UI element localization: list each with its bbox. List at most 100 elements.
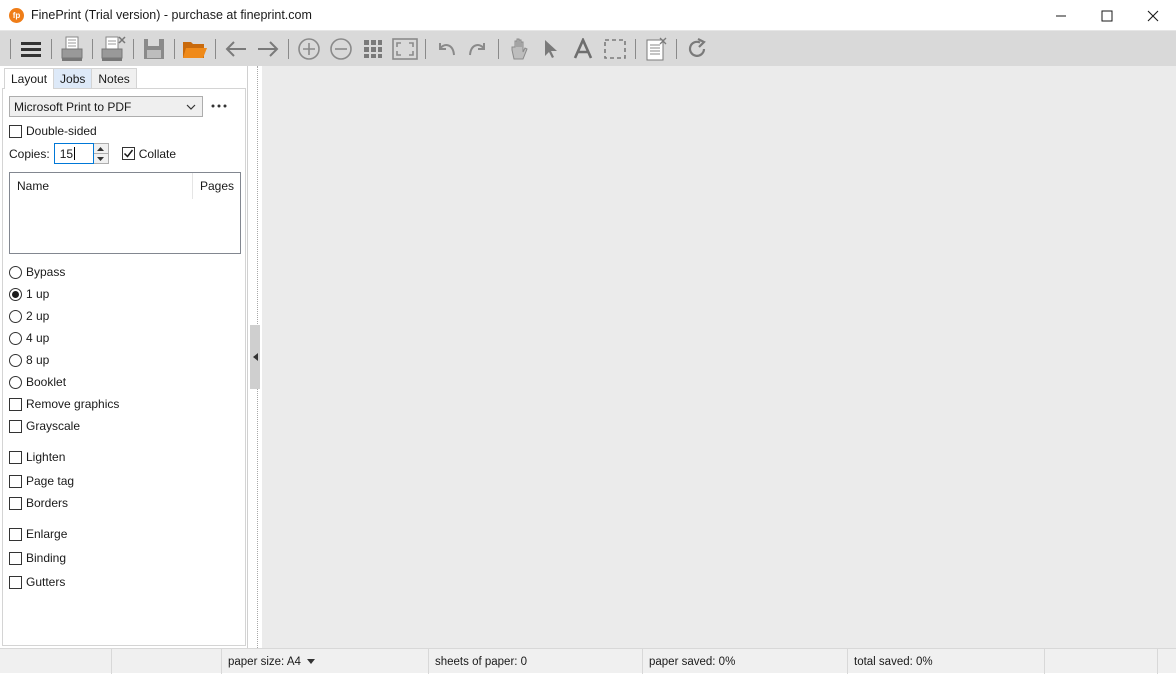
zoom-out-button[interactable] <box>326 34 356 64</box>
thumbnails-button[interactable] <box>358 34 388 64</box>
collate-checkbox[interactable] <box>121 147 135 160</box>
radio-4-up[interactable]: 4 up <box>9 331 49 345</box>
text-tool-button[interactable] <box>568 34 598 64</box>
checkbox[interactable] <box>9 474 22 488</box>
copies-stepper[interactable] <box>93 143 109 164</box>
checkbox-label: Page tag <box>26 474 75 488</box>
redo-icon <box>469 42 485 55</box>
toolbar-separator <box>288 38 289 59</box>
back-button[interactable] <box>221 34 251 64</box>
copies-input[interactable]: 15 <box>53 143 94 164</box>
radio-button[interactable] <box>9 375 22 389</box>
total-saved-text: total saved: 0% <box>854 655 933 668</box>
forward-button[interactable] <box>253 34 283 64</box>
checkbox[interactable] <box>9 450 22 464</box>
redo-button[interactable] <box>463 34 493 64</box>
column-name-label: Name <box>17 179 50 193</box>
open-button[interactable] <box>180 34 210 64</box>
option-gutters[interactable]: Gutters <box>9 575 65 589</box>
sheets-of-paper: sheets of paper: 0 <box>429 649 643 674</box>
radio-button[interactable] <box>9 353 22 367</box>
tab-strip: Layout Jobs Notes <box>4 68 137 89</box>
refresh-button[interactable] <box>682 34 712 64</box>
status-cell-empty <box>1045 649 1158 674</box>
close-button[interactable] <box>1130 0 1176 31</box>
option-grayscale[interactable]: Grayscale <box>9 419 80 433</box>
printer-properties-button[interactable] <box>210 98 228 114</box>
thumbnails-icon <box>364 39 382 58</box>
column-header-pages[interactable]: Pages <box>193 173 240 199</box>
radio-8-up[interactable]: 8 up <box>9 353 49 367</box>
stepper-down[interactable] <box>93 153 108 163</box>
jobs-list[interactable]: Name Pages <box>9 172 241 254</box>
radio-booklet[interactable]: Booklet <box>9 375 66 389</box>
paper-size-text: paper size: A4 <box>228 655 301 668</box>
toolbar-separator <box>425 38 426 59</box>
stepper-up[interactable] <box>94 144 108 153</box>
collate-label: Collate <box>138 146 177 161</box>
back-arrow-icon <box>225 40 246 57</box>
copies-label: Copies: <box>9 146 50 161</box>
checkbox-label: Remove graphics <box>26 397 120 411</box>
preview-area[interactable] <box>262 66 1176 648</box>
tab-label: Notes <box>98 71 130 86</box>
paper-size-selector[interactable]: paper size: A4 <box>222 649 429 674</box>
checkbox[interactable] <box>9 575 22 589</box>
double-sided-option[interactable]: Double-sided <box>9 124 97 138</box>
column-header-name[interactable]: Name <box>10 173 193 199</box>
checkbox[interactable] <box>9 551 22 565</box>
select-area-button[interactable] <box>600 34 630 64</box>
print-button[interactable] <box>57 34 87 64</box>
window-title: FinePrint (Trial version) - purchase at … <box>31 8 312 22</box>
toolbar-separator <box>10 38 11 59</box>
hand-tool-button[interactable] <box>504 34 534 64</box>
radio-button[interactable] <box>9 331 22 345</box>
printer-dropdown[interactable]: Microsoft Print to PDF <box>9 96 203 117</box>
tab-jobs[interactable]: Jobs <box>53 68 93 88</box>
zoom-in-button[interactable] <box>294 34 324 64</box>
tab-label: Jobs <box>60 71 86 86</box>
checkbox[interactable] <box>9 419 22 433</box>
fineprint-app-icon[interactable]: fp <box>9 7 24 23</box>
stationery-button[interactable] <box>641 34 671 64</box>
toolbar <box>0 31 1176 66</box>
minimize-button[interactable] <box>1038 0 1084 31</box>
radio-label: Booklet <box>26 375 67 389</box>
option-page-tag[interactable]: Page tag <box>9 474 74 488</box>
radio-bypass[interactable]: Bypass <box>9 265 65 279</box>
option-remove-graphics[interactable]: Remove graphics <box>9 397 119 411</box>
zoom-in-icon <box>298 37 320 60</box>
radio-button[interactable] <box>9 287 22 301</box>
menu-button[interactable] <box>16 34 46 64</box>
tab-layout[interactable]: Layout <box>4 68 55 89</box>
maximize-button[interactable] <box>1084 0 1130 31</box>
option-lighten[interactable]: Lighten <box>9 450 65 464</box>
radio-2-up[interactable]: 2 up <box>9 309 49 323</box>
fit-page-button[interactable] <box>390 34 420 64</box>
print-and-close-button[interactable] <box>98 34 128 64</box>
undo-button[interactable] <box>431 34 461 64</box>
close-icon <box>1147 10 1159 21</box>
collapse-panel-handle[interactable] <box>250 325 260 389</box>
jobs-list-header: Name Pages <box>10 173 240 199</box>
radio-1-up[interactable]: 1 up <box>9 287 49 301</box>
option-enlarge[interactable]: Enlarge <box>9 527 67 541</box>
option-binding[interactable]: Binding <box>9 551 66 565</box>
maximize-icon <box>1101 10 1113 21</box>
radio-selected-dot <box>12 290 19 298</box>
option-borders[interactable]: Borders <box>9 496 68 510</box>
total-saved: total saved: 0% <box>848 649 1045 674</box>
hand-icon <box>511 38 528 59</box>
checkbox[interactable] <box>9 496 22 510</box>
title-bar: fp FinePrint (Trial version) - purchase … <box>0 0 1176 31</box>
tab-notes[interactable]: Notes <box>91 68 137 88</box>
toolbar-separator <box>174 38 175 59</box>
double-sided-checkbox[interactable] <box>9 124 22 138</box>
radio-button[interactable] <box>9 265 22 279</box>
checkbox[interactable] <box>9 527 22 541</box>
save-button[interactable] <box>139 34 169 64</box>
checkbox[interactable] <box>9 397 22 411</box>
radio-button[interactable] <box>9 309 22 323</box>
pointer-tool-button[interactable] <box>536 34 566 64</box>
double-sided-label: Double-sided <box>26 124 97 138</box>
